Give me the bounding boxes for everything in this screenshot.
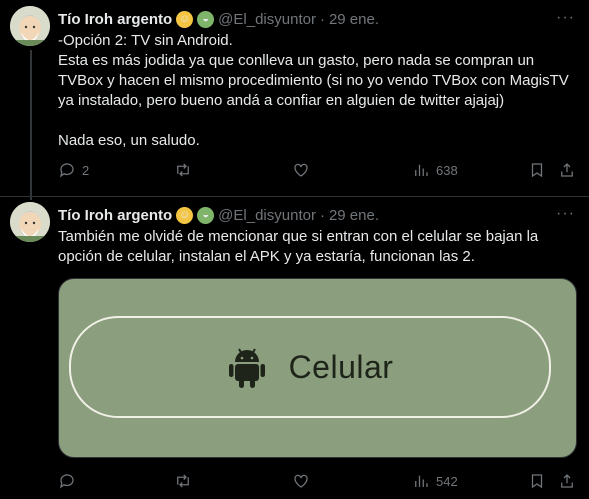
android-icon <box>228 348 265 388</box>
tweet-date[interactable]: 29 ene. <box>329 207 379 224</box>
avatar[interactable] <box>10 202 50 242</box>
separator-dot: · <box>319 206 325 224</box>
celular-label: Celular <box>288 348 394 385</box>
analytics-icon <box>415 475 428 487</box>
baby-face-emoji-icon: ☺ <box>176 10 194 28</box>
bookmark-icon <box>531 163 543 178</box>
share-button[interactable] <box>558 161 576 179</box>
heart-icon <box>294 163 308 177</box>
share-icon <box>561 474 573 488</box>
bookmark-icon <box>531 474 543 489</box>
retweet-button[interactable] <box>174 161 192 179</box>
reply-icon <box>60 474 74 489</box>
share-button[interactable] <box>558 472 576 490</box>
author-handle[interactable]: @El_disyuntor <box>218 11 316 28</box>
view-count: 542 <box>436 473 458 489</box>
bookmark-button[interactable] <box>528 472 546 490</box>
tweet-header: Tío Iroh argento ☺ ◒ @El_disyuntor · 29 … <box>58 205 379 225</box>
share-icon <box>561 163 573 177</box>
views-button[interactable]: 638 <box>412 161 458 179</box>
tweet-header: Tío Iroh argento ☺ ◒ @El_disyuntor · 29 … <box>58 9 379 29</box>
like-button[interactable] <box>292 161 310 179</box>
reply-button[interactable] <box>58 472 76 490</box>
bowl-emoji-icon: ◒ <box>197 10 215 28</box>
tweet-text: También me olvidé de mencionar que si en… <box>58 228 543 265</box>
bowl-emoji-icon: ◒ <box>197 206 215 224</box>
more-options-icon[interactable]: ··· <box>556 9 575 27</box>
tweet-media-image[interactable]: Celular <box>58 278 577 458</box>
retweet-button[interactable] <box>174 472 192 490</box>
tweet-actions: 2 638 <box>58 161 578 183</box>
author-name[interactable]: Tío Iroh argento <box>58 207 172 224</box>
view-count: 638 <box>436 162 458 178</box>
retweet-icon <box>177 474 189 488</box>
reply-count: 2 <box>82 162 90 178</box>
reply-icon <box>60 163 74 178</box>
like-button[interactable] <box>292 472 310 490</box>
reply-button[interactable]: 2 <box>58 161 89 179</box>
avatar[interactable] <box>10 6 50 46</box>
heart-icon <box>294 474 308 488</box>
analytics-icon <box>415 164 428 176</box>
baby-face-emoji-icon: ☺ <box>176 206 194 224</box>
tweet[interactable]: Tío Iroh argento ☺ ◒ @El_disyuntor · 29 … <box>0 0 589 196</box>
celular-option-graphic: Celular <box>69 316 551 418</box>
more-options-icon[interactable]: ··· <box>556 205 575 223</box>
tweet-date[interactable]: 29 ene. <box>329 11 379 28</box>
bookmark-button[interactable] <box>528 161 546 179</box>
author-name[interactable]: Tío Iroh argento <box>58 11 172 28</box>
retweet-icon <box>177 163 189 177</box>
tweet-actions: 542 <box>58 472 578 494</box>
tweet-text: -Opción 2: TV sin Android. Esta es más j… <box>58 32 569 149</box>
views-button[interactable]: 542 <box>412 472 458 490</box>
author-handle[interactable]: @El_disyuntor <box>218 207 316 224</box>
separator-dot: · <box>319 10 325 28</box>
